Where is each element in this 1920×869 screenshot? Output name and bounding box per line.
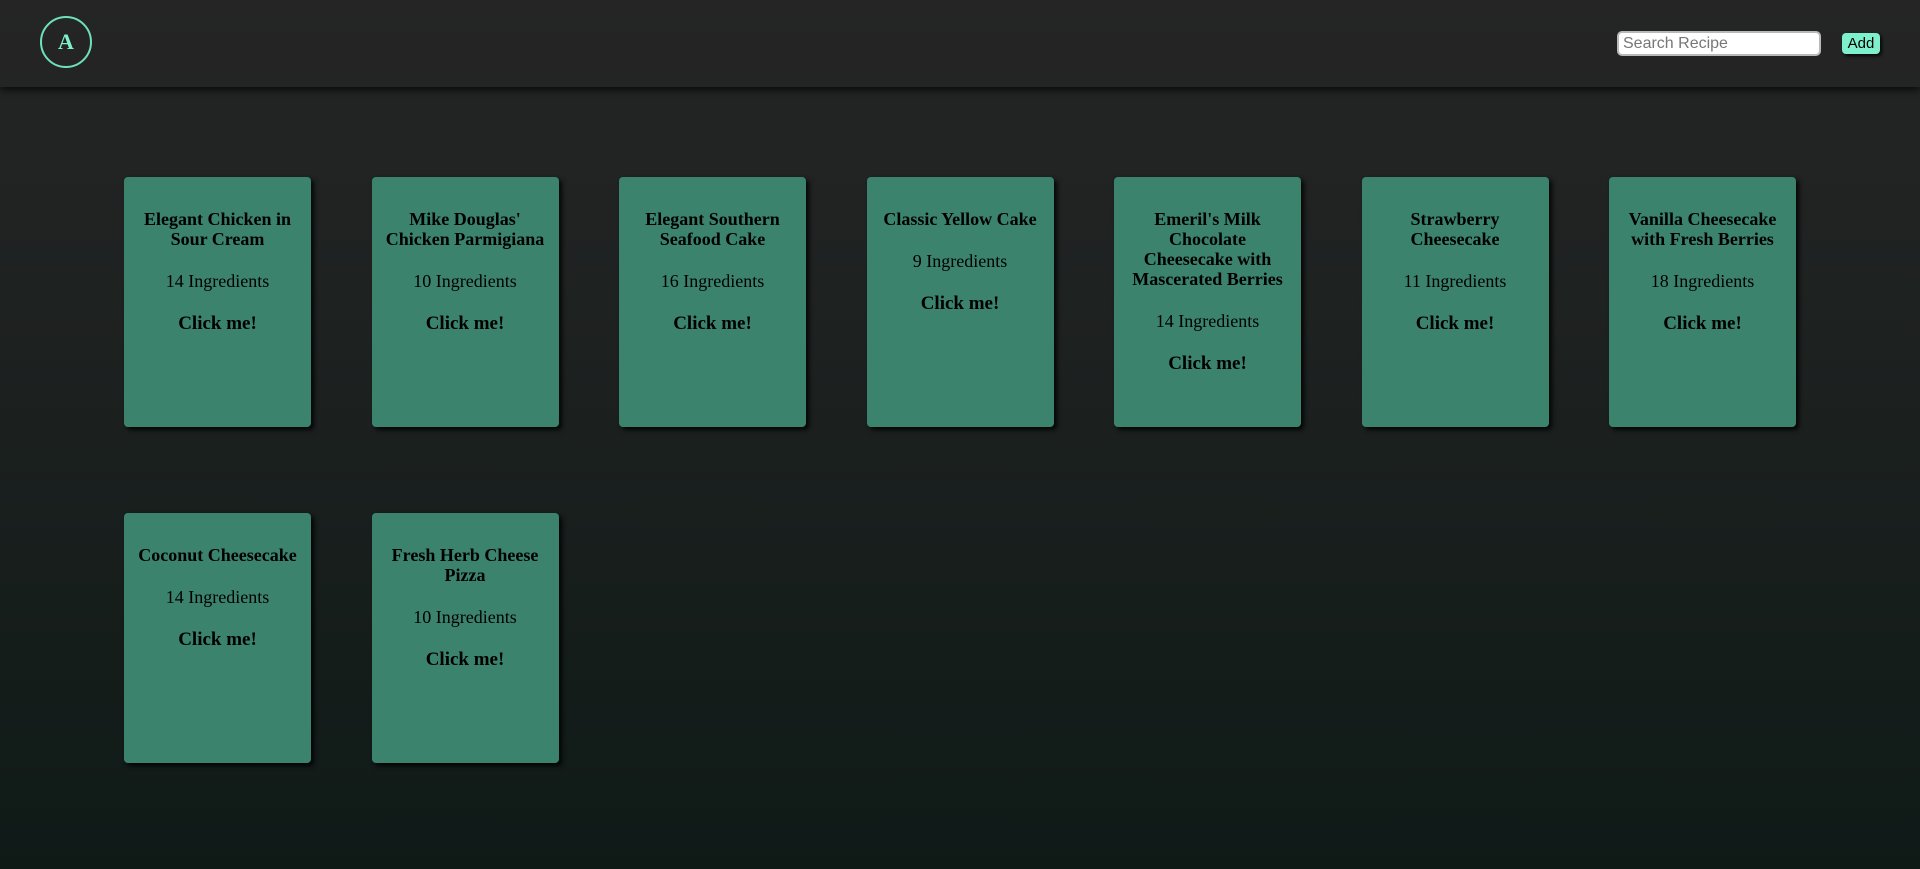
recipe-ingredient-count: 16 Ingredients [660,271,765,291]
recipe-title: Vanilla Cheesecake with Fresh Berries [1628,209,1777,249]
recipe-card[interactable]: Strawberry Cheesecake 11 Ingredients Cli… [1361,177,1549,427]
recipe-card[interactable]: Emeril's Milk Chocolate Cheesecake with … [1114,177,1301,427]
recipe-click-link[interactable]: Click me! [1126,354,1289,374]
add-button[interactable]: Add [1842,33,1880,54]
recipe-ingredient-count: 14 Ingredients [165,271,270,291]
recipe-title: Elegant Chicken in Sour Cream [143,209,292,249]
recipe-ingredient-count: 14 Ingredients [1155,311,1260,331]
recipe-card[interactable]: Elegant Southern Seafood Cake 16 Ingredi… [619,177,806,427]
recipe-title: Strawberry Cheesecake [1410,209,1500,249]
top-bar: A Add [0,0,1920,87]
logo[interactable]: A [40,16,92,68]
recipe-grid: Elegant Chicken in Sour Cream 14 Ingredi… [124,177,1824,763]
recipe-title: Fresh Herb Cheese Pizza [391,545,539,585]
recipe-ingredient-count: 18 Ingredients [1650,271,1755,291]
recipe-click-link[interactable]: Click me! [384,314,547,334]
recipe-click-link[interactable]: Click me! [136,314,299,334]
recipe-click-link[interactable]: Click me! [1374,314,1537,334]
recipe-click-link[interactable]: Click me! [1621,314,1784,334]
recipe-ingredient-count: 10 Ingredients [413,271,517,291]
recipe-title: Classic Yellow Cake [883,209,1037,229]
recipe-card[interactable]: Mike Douglas' Chicken Parmigiana 10 Ingr… [371,177,559,427]
recipe-click-link[interactable]: Click me! [631,314,794,334]
recipe-click-link[interactable]: Click me! [384,650,547,670]
recipe-ingredient-count: 9 Ingredients [912,251,1008,271]
recipe-card[interactable]: Classic Yellow Cake 9 Ingredients Click … [866,177,1054,427]
recipe-card[interactable]: Fresh Herb Cheese Pizza 10 Ingredients C… [371,513,559,763]
recipe-ingredient-count: 10 Ingredients [413,607,517,627]
recipe-click-link[interactable]: Click me! [136,630,299,650]
recipe-title: Coconut Cheesecake [138,545,297,565]
logo-letter: A [58,29,74,54]
recipe-click-link[interactable]: Click me! [879,294,1042,314]
recipe-title: Emeril's Milk Chocolate Cheesecake with … [1132,209,1283,289]
recipe-card[interactable]: Elegant Chicken in Sour Cream 14 Ingredi… [124,177,311,427]
recipe-title: Mike Douglas' Chicken Parmigiana [385,209,545,249]
recipe-title: Elegant Southern Seafood Cake [645,209,780,249]
recipe-ingredient-count: 14 Ingredients [165,587,270,607]
recipe-ingredient-count: 11 Ingredients [1403,271,1507,291]
search-input[interactable] [1617,31,1821,56]
recipe-card[interactable]: Vanilla Cheesecake with Fresh Berries 18… [1609,177,1796,427]
recipe-card[interactable]: Coconut Cheesecake 14 Ingredients Click … [124,513,311,763]
